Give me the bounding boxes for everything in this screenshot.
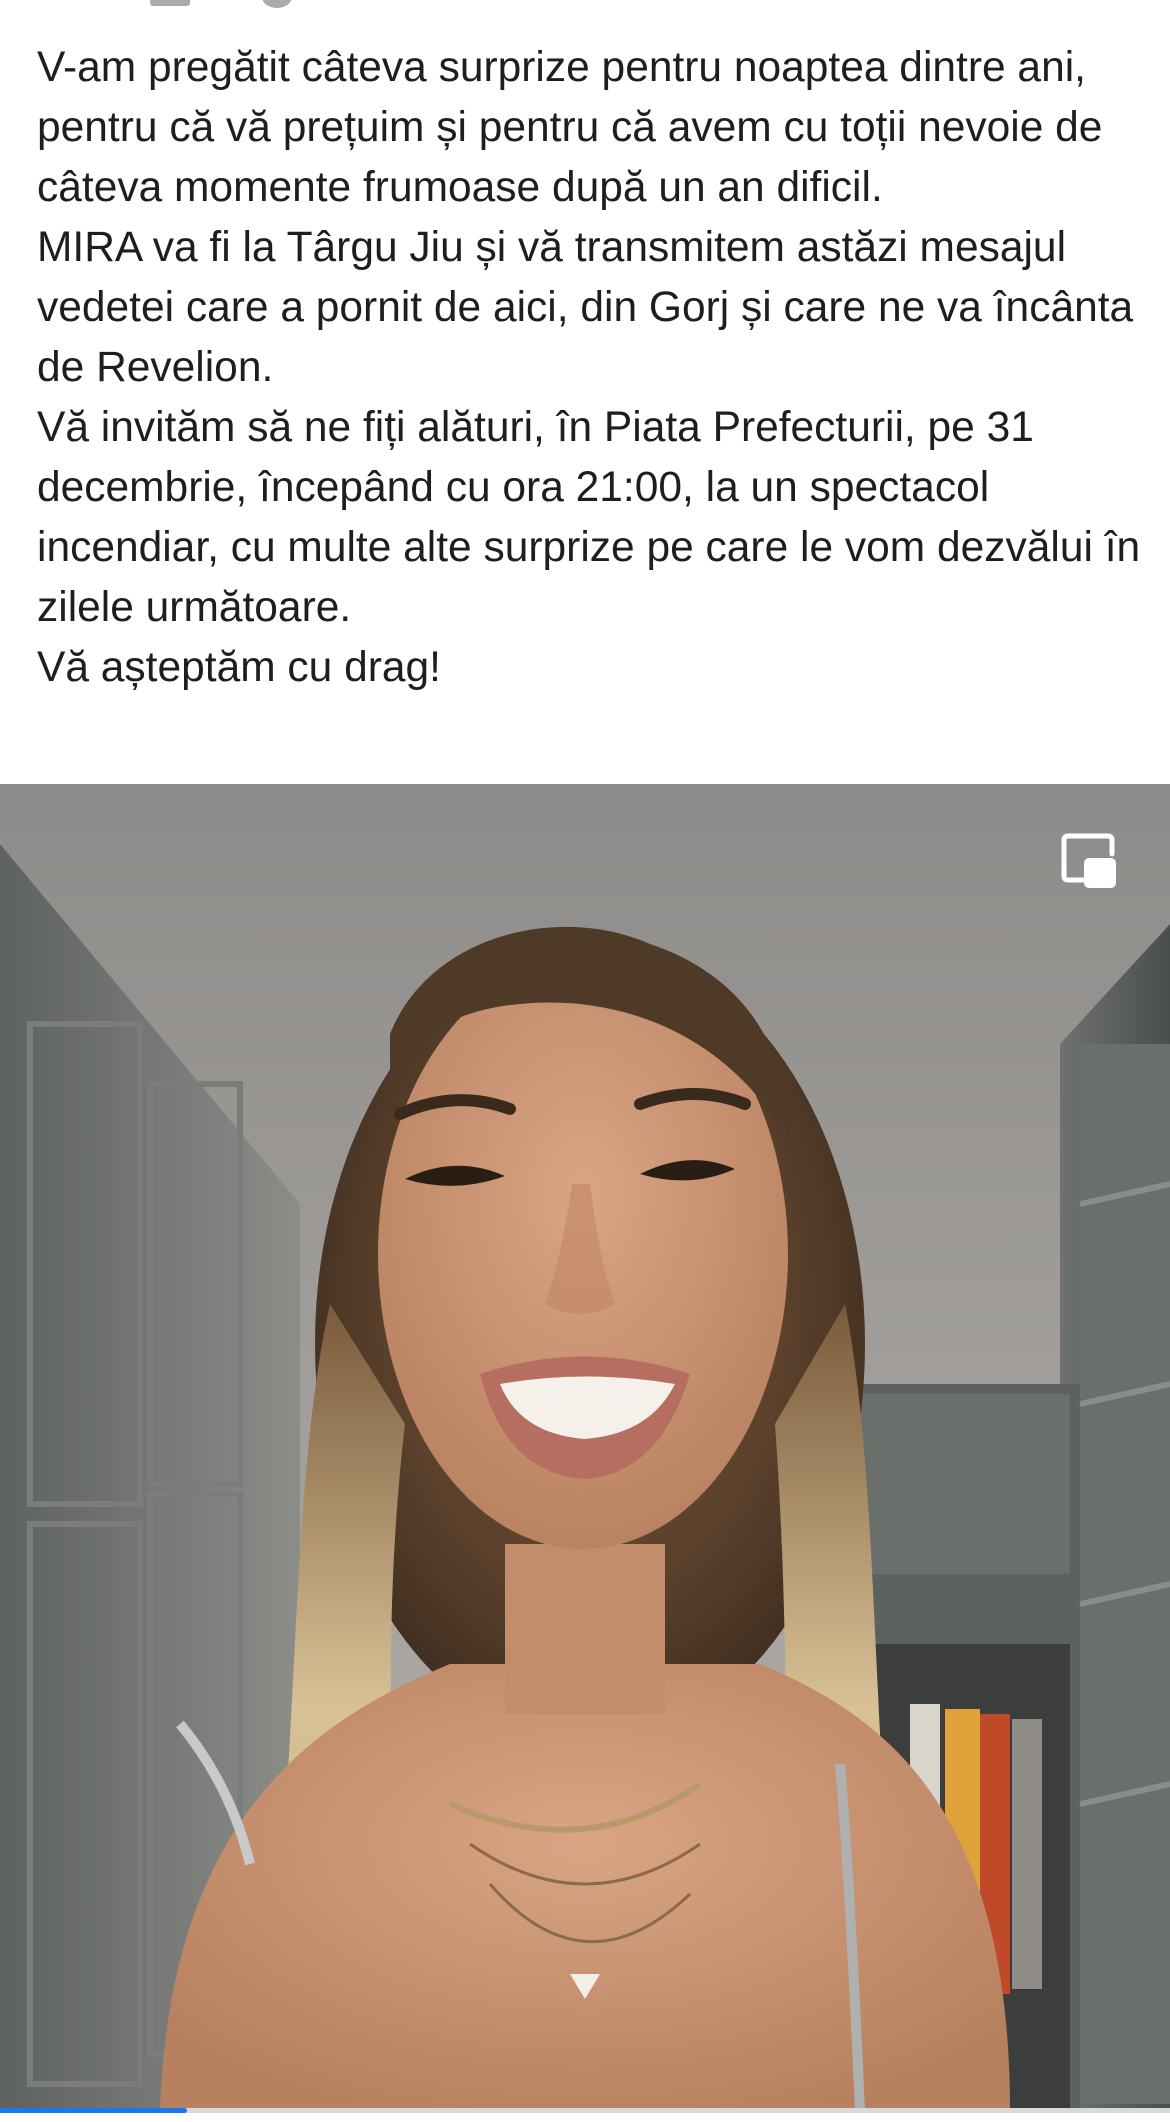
post-paragraph: V-am pregătit câteva surprize pentru noa…: [37, 44, 1103, 211]
post-paragraph: Vă invităm să ne fiți alături, în Piata …: [37, 404, 1141, 631]
picture-in-picture-button[interactable]: [1060, 832, 1118, 892]
post-paragraph: MIRA va fi la Târgu Jiu și vă transmitem…: [37, 224, 1134, 391]
post-message: V-am pregătit câteva surprize pentru noa…: [37, 38, 1147, 698]
video-player[interactable]: [0, 784, 1170, 2111]
video-frame: [0, 784, 1170, 2111]
picture-in-picture-icon: [1061, 833, 1116, 888]
bottom-strip: [0, 2113, 1170, 2122]
timestamp-fragment: [150, 0, 190, 6]
post-paragraph: Vă așteptăm cu drag!: [37, 644, 441, 691]
post-header-fragment: [0, 0, 1170, 14]
globe-icon: [262, 0, 292, 8]
